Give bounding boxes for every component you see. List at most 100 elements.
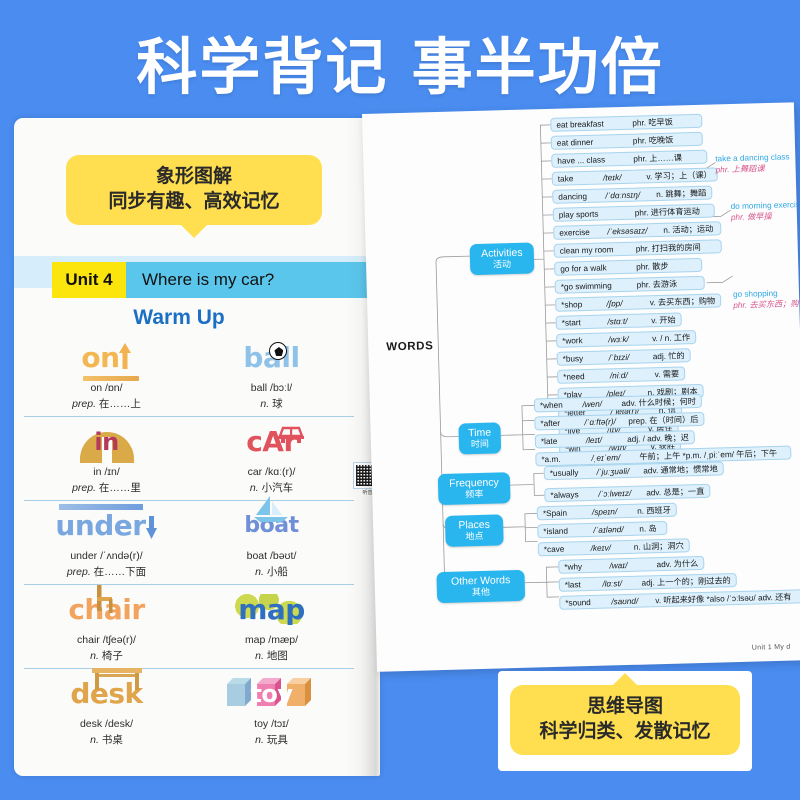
callout-bottom-line-2: 科学归类、发散记忆	[539, 720, 711, 743]
meaning-text: 玩具	[266, 734, 288, 746]
leaf-meaning: v. 需要	[654, 369, 680, 380]
section-title-warm-up: Warm Up	[133, 306, 225, 329]
word-art-ball: ball	[243, 336, 300, 380]
leaf-meaning: v. 学习；上（课）	[646, 170, 712, 182]
vocab-card-under[interactable]: under under /ˈʌndə(r)/ prep. 在……下面	[24, 501, 189, 585]
leaf-phonetic: /wen/	[582, 399, 603, 409]
vocab-card-map[interactable]: map map /mæp/ n. 地图	[189, 585, 354, 669]
leaf-meaning: phr. 散步	[636, 261, 669, 272]
leaf-word: dancing	[558, 191, 588, 202]
pos-tag: n.	[255, 650, 264, 662]
car-icon	[278, 426, 305, 443]
word-phonetic: chair /tʃeə(r)/	[77, 634, 136, 646]
leaf-phonetic: /ˈeksəsaɪz/	[607, 225, 648, 236]
pos-tag: n.	[90, 650, 99, 662]
leaf-word: *cave	[543, 544, 565, 554]
vocab-card-car[interactable]: cAr car /kɑː(r)/ n. 小汽车	[189, 417, 354, 501]
leaf-phonetic: /teɪk/	[602, 172, 622, 183]
pos-tag: n.	[255, 734, 264, 746]
book-spread: Unit 4 Where is my car? Warm Up 听音 on on…	[0, 102, 800, 790]
meaning-text: 在……上	[98, 398, 141, 410]
word-art-text: under	[55, 509, 146, 542]
vocab-card-chair[interactable]: chair chair /tʃeə(r)/ n. 椅子	[24, 585, 189, 669]
callout-top-line-2: 同步有趣、高效记忆	[108, 190, 280, 213]
word-meaning: n. 椅子	[90, 648, 123, 663]
category-node-places[interactable]: Places 地点	[444, 514, 504, 547]
leaf-word: *start	[561, 317, 581, 328]
leaf-meaning: 午前；上午 *p.m. /ˌpiːˈem/ 午后；下午	[639, 448, 778, 462]
word-art-under: under	[55, 504, 157, 548]
category-node-activities[interactable]: Activities 活动	[469, 242, 535, 275]
leaf-word: *late	[540, 436, 558, 446]
leaf-word: play sports	[558, 209, 599, 220]
callout-bottom: 思维导图 科学归类、发散记忆	[498, 671, 752, 771]
meaning-text: 小船	[266, 566, 288, 578]
leaf-word: *usually	[549, 467, 579, 478]
vocab-card-desk[interactable]: desk desk /desk/ n. 书桌	[24, 668, 189, 753]
vocab-card-toy[interactable]: toy toy /tɔɪ/ n. 玩具	[189, 669, 354, 753]
leaf-phonetic: /waɪ/	[609, 560, 628, 570]
annotation-note[interactable]: go shopping phr. 去买东西；购物	[733, 288, 800, 311]
unit-title: Where is my car?	[142, 270, 275, 289]
category-label-en: Frequency	[449, 476, 499, 490]
meaning-text: 书桌	[101, 734, 123, 746]
leaf-word: take	[557, 173, 574, 184]
leaf-meaning: n. 西班牙	[637, 505, 671, 516]
vocab-card-ball[interactable]: ball ball /bɔːl/ n. 球	[189, 333, 354, 417]
callout-bottom-tail	[612, 673, 638, 686]
pos-tag: n.	[249, 482, 259, 494]
word-meaning: n. 球	[260, 396, 282, 411]
word-art-desk: desk	[70, 668, 143, 716]
word-phonetic: under /ˈʌndə(r)/	[70, 550, 143, 562]
word-phonetic: boat /bəʊt/	[246, 550, 297, 562]
pos-tag: prep.	[72, 398, 96, 410]
arrow-up-icon	[118, 343, 131, 369]
vocab-card-in[interactable]: in in /ɪn/ prep. 在……里	[24, 417, 189, 501]
annotation-cn: phr. 上舞蹈课	[715, 164, 765, 175]
leaf-word: *island	[543, 526, 569, 536]
leaf-phonetic: /ˌeɪˈem/	[591, 452, 621, 463]
leaf-phonetic: /stɑːt/	[607, 316, 628, 326]
word-art-chair: chair	[68, 585, 145, 632]
page-footer-text: Unit 1 My d	[751, 643, 791, 652]
category-node-other-words[interactable]: Other Words 其他	[436, 569, 526, 604]
leaf-meaning: adj. 上一个的；刚过去的	[641, 576, 731, 588]
leaf-phonetic: /lɑːst/	[602, 578, 623, 589]
leaf-word: exercise	[559, 227, 590, 238]
vocab-card-boat[interactable]: boat boat /bəʊt/ n. 小船	[189, 496, 354, 585]
chair-icon	[97, 585, 113, 613]
word-meaning: prep. 在……下面	[67, 564, 146, 579]
leaf-word: eat dinner	[556, 137, 594, 148]
leaf-meaning: adv. 通常地；惯常地	[643, 464, 718, 476]
leaf-meaning: n. 山洞；洞穴	[633, 541, 684, 552]
leaf-word: *need	[563, 371, 585, 382]
top-bar-shape	[59, 504, 144, 510]
meaning-text: 在……里	[98, 482, 141, 494]
word-phonetic: map /mæp/	[244, 634, 299, 646]
word-meaning: prep. 在……上	[72, 396, 141, 411]
word-meaning: n. 地图	[255, 648, 288, 663]
annotation-note[interactable]: do morning exercises phr. 做早操	[731, 200, 800, 223]
pos-tag: prep.	[72, 482, 96, 494]
mindmap-root-node: WORDS	[386, 340, 434, 354]
category-node-frequency[interactable]: Frequency 频率	[437, 472, 511, 505]
leaf-phonetic: /saʊnd/	[611, 596, 639, 606]
category-label-cn: 活动	[492, 259, 512, 270]
word-phonetic: car /kɑː(r)/	[247, 466, 296, 478]
word-meaning: n. 小船	[255, 564, 288, 579]
vocab-card-on[interactable]: on on /ɒn/ prep. 在……上	[24, 333, 189, 417]
leaf-word: *last	[564, 579, 581, 590]
category-label-cn: 其他	[471, 586, 491, 598]
leaf-meaning: phr. 上……课	[633, 153, 683, 164]
leaf-meaning: v. / n. 工作	[652, 333, 691, 344]
leaf-meaning: adv. 什么时候；何时	[621, 397, 697, 409]
meaning-text: 地图	[266, 650, 288, 662]
category-node-time[interactable]: Time 时间	[458, 422, 502, 455]
leaf-word: *go swimming	[560, 280, 612, 292]
annotation-note[interactable]: take a dancing class phr. 上舞蹈课	[715, 152, 790, 175]
vocab-column-right: ball ball /bɔːl/ n. 球 cAr	[189, 333, 354, 753]
word-meaning: prep. 在……里	[72, 480, 141, 495]
word-art-car: cAr	[246, 420, 305, 464]
word-art-boat: boat	[244, 496, 299, 548]
word-art-text: map	[238, 593, 305, 626]
